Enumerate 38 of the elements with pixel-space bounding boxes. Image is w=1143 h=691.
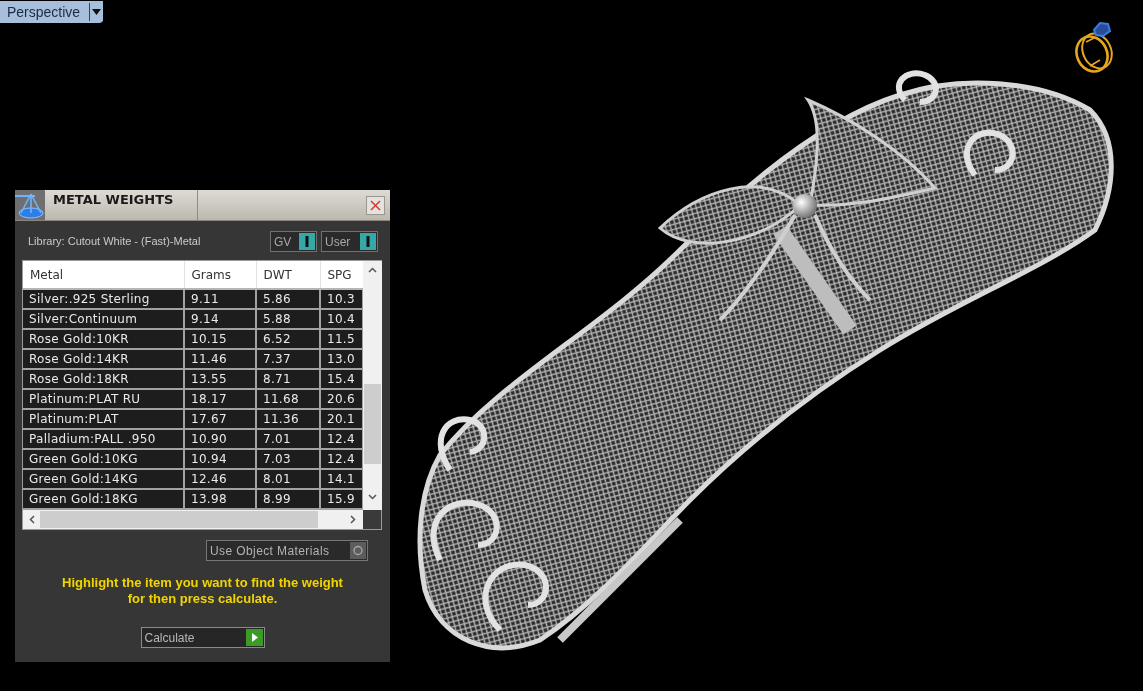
toggle-button[interactable]: User (321, 231, 378, 252)
table-row[interactable]: Silver:.925 Sterling 9.11 5.86 10.3 (23, 289, 363, 309)
column-header[interactable]: Grams (184, 261, 256, 289)
chevron-left-icon[interactable] (29, 515, 35, 524)
viewport-tab[interactable]: Perspective (0, 1, 104, 23)
table-row[interactable]: Green Gold:14KG 12.46 8.01 14.1 (23, 469, 363, 489)
caret-icon (92, 9, 102, 15)
calculate-button[interactable]: Calculate (140, 627, 265, 648)
chevron-up-icon[interactable] (368, 267, 377, 273)
table-row[interactable]: Platinum:PLAT 17.67 11.36 20.1 (23, 409, 363, 429)
scrollbar-thumb[interactable] (40, 511, 318, 528)
close-icon (370, 199, 381, 211)
column-header[interactable]: SPG (320, 261, 363, 289)
column-header[interactable]: DWT (256, 261, 320, 289)
panel-title: METAL WEIGHTS (45, 190, 198, 220)
chevron-down-icon[interactable] (368, 494, 377, 500)
close-button[interactable] (366, 195, 385, 215)
view-menu-button[interactable] (89, 3, 104, 21)
viewport-title: Perspective (6, 3, 82, 22)
table-row[interactable]: Green Gold:10KG 10.94 7.03 12.4 (23, 449, 363, 469)
column-header[interactable]: Metal (23, 261, 184, 289)
table-row[interactable]: Platinum:PLAT RU 18.17 11.68 20.6 (23, 389, 363, 409)
table-row[interactable]: Green Gold:18KG 13.98 8.99 15.9 (23, 489, 363, 509)
option-toggle-button[interactable]: Use Object Materials (206, 540, 368, 561)
play-icon (245, 629, 263, 646)
table-row[interactable]: Rose Gold:14KR 11.46 7.37 13.0 (23, 349, 363, 369)
scrollbar-thumb[interactable] (364, 384, 381, 464)
toggle-button[interactable]: GV (270, 231, 317, 252)
chevron-right-icon[interactable] (350, 515, 356, 524)
table-row[interactable]: Silver:Continuum 9.14 5.88 10.4 (23, 309, 363, 329)
vertical-scrollbar[interactable] (363, 261, 382, 510)
scale-icon (15, 190, 45, 220)
table-row[interactable]: Rose Gold:18KR 13.55 8.71 15.4 (23, 369, 363, 389)
table-row[interactable]: Palladium:PALL .950 10.90 7.01 12.4 (23, 429, 363, 449)
instruction-text: Highlight the item you want to find the weight for then press calculate. (61, 575, 344, 607)
table-row[interactable]: Rose Gold:10KR 10.15 6.52 11.5 (23, 329, 363, 349)
library-label: Library: Cutout White - (Fast)-Metal (28, 234, 201, 250)
horizontal-scrollbar[interactable] (23, 510, 363, 529)
